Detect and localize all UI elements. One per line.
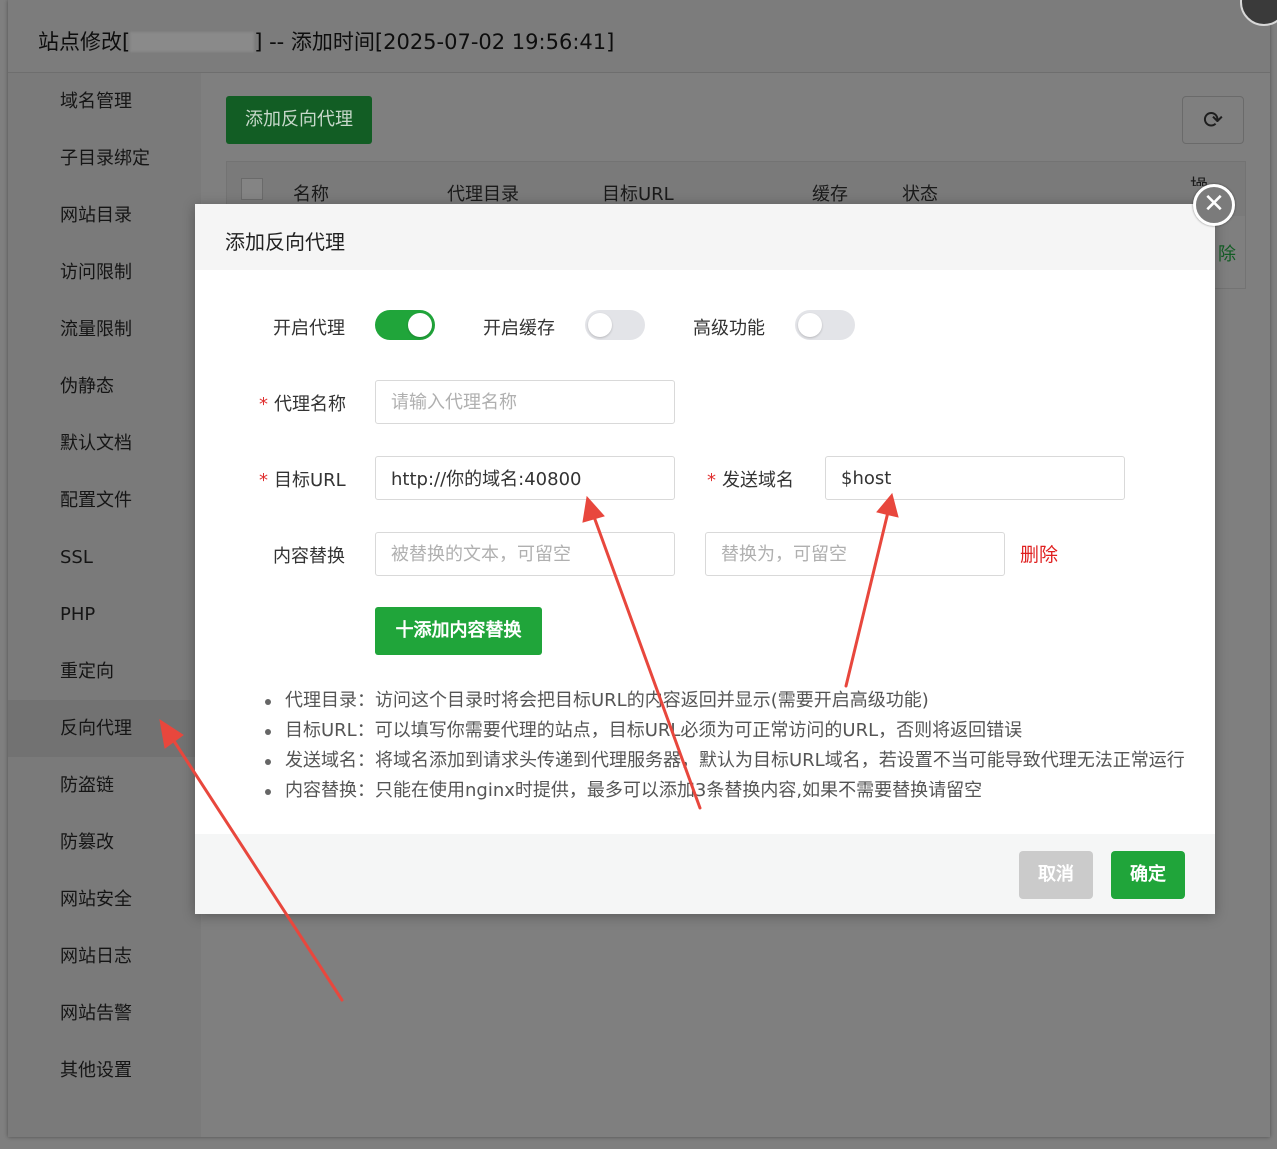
column-target-url: 目标URL [602, 184, 674, 205]
sidebar-item[interactable]: 子目录绑定 [8, 130, 201, 187]
refresh-button[interactable]: ⟳ [1182, 96, 1244, 144]
select-all-checkbox[interactable] [241, 178, 263, 200]
dialog-footer: 取消 确定 [195, 834, 1215, 914]
dialog-close-button[interactable]: ✕ [1193, 184, 1235, 226]
sidebar-item[interactable]: 网站目录 [8, 187, 201, 244]
sidebar-item[interactable]: 默认文档 [8, 415, 201, 472]
advanced-features-toggle[interactable] [795, 310, 855, 340]
content-replace-label: 内容替换 [273, 546, 345, 567]
enable-cache-toggle[interactable] [585, 310, 645, 340]
sidebar-item[interactable]: 网站日志 [8, 928, 201, 985]
sidebar-item[interactable]: 配置文件 [8, 472, 201, 529]
enable-proxy-toggle[interactable] [375, 310, 435, 340]
refresh-icon: ⟳ [1202, 106, 1224, 134]
proxy-name-label: * 代理名称 [259, 394, 346, 415]
delete-replace-link[interactable]: 删除 [1020, 540, 1058, 567]
tip-item: 代理目录：访问这个目录时将会把目标URL的内容返回并显示(需要开启高级功能) [263, 686, 1185, 716]
sidebar-item[interactable]: 网站安全 [8, 871, 201, 928]
close-icon: ✕ [1203, 189, 1225, 219]
add-reverse-proxy-button[interactable]: 添加反向代理 [226, 96, 372, 144]
sidebar-item[interactable]: 网站告警 [8, 985, 201, 1042]
toggle-knob [588, 313, 612, 337]
tip-item: 发送域名：将域名添加到请求头传递到代理服务器，默认为目标URL域名，若设置不当可… [263, 746, 1185, 776]
replace-to-input[interactable] [705, 532, 1005, 576]
column-name: 名称 [293, 184, 329, 205]
column-status: 状态 [902, 184, 938, 205]
sidebar-item[interactable]: 访问限制 [8, 244, 201, 301]
replace-from-input[interactable] [375, 532, 675, 576]
help-tips: 代理目录：访问这个目录时将会把目标URL的内容返回并显示(需要开启高级功能) 目… [263, 686, 1185, 806]
proxy-name-input[interactable] [375, 380, 675, 424]
column-cache: 缓存 [812, 184, 848, 205]
column-proxy-dir: 代理目录 [447, 184, 519, 205]
cancel-button[interactable]: 取消 [1019, 851, 1093, 899]
sidebar-item[interactable]: 流量限制 [8, 301, 201, 358]
add-proxy-dialog: 添加反向代理 ✕ 开启代理 开启缓存 高级功能 *代理名称 *目标URL *发送… [195, 184, 1235, 914]
sidebar-item[interactable]: 防篡改 [8, 814, 201, 871]
sidebar-item[interactable]: 域名管理 [8, 73, 201, 130]
toggle-knob [798, 313, 822, 337]
window-title: 站点修改[] -- 添加时间[2025-07-02 19:56:41] [38, 30, 615, 54]
sidebar-item[interactable]: 其他设置 [8, 1042, 201, 1099]
tip-item: 目标URL：可以填写你需要代理的站点，目标URL必须为可正常访问的URL，否则将… [263, 716, 1185, 746]
confirm-button[interactable]: 确定 [1111, 851, 1185, 899]
dialog-title: 添加反向代理 [225, 230, 345, 254]
send-domain-label: * 发送域名 [707, 470, 794, 491]
sidebar-item[interactable]: SSL [8, 529, 201, 586]
sidebar-item[interactable]: 防盗链 [8, 757, 201, 814]
target-url-input[interactable] [375, 456, 675, 500]
redacted-site-name [130, 32, 255, 52]
window-header: 站点修改[] -- 添加时间[2025-07-02 19:56:41] [8, 0, 1270, 73]
sidebar-item[interactable]: 重定向 [8, 643, 201, 700]
toggle-label-advanced: 高级功能 [693, 318, 765, 339]
toggle-label-cache: 开启缓存 [483, 318, 555, 339]
toggle-knob [408, 313, 432, 337]
target-url-label: * 目标URL [259, 470, 346, 491]
row-delete-link[interactable]: 除 [1218, 240, 1236, 266]
send-domain-input[interactable] [825, 456, 1125, 500]
sidebar-item[interactable]: 反向代理 [8, 700, 201, 757]
dialog-header: 添加反向代理 [195, 204, 1215, 270]
add-content-replace-button[interactable]: 十添加内容替换 [375, 607, 542, 655]
sidebar: 域名管理 子目录绑定 网站目录 访问限制 流量限制 伪静态 默认文档 配置文件 SSL PHP 重定… [8, 73, 201, 1137]
tip-item: 内容替换：只能在使用nginx时提供，最多可以添加3条替换内容,如果不需要替换请… [263, 776, 1185, 806]
sidebar-item[interactable]: PHP [8, 586, 201, 643]
sidebar-item[interactable]: 伪静态 [8, 358, 201, 415]
toggle-label-proxy: 开启代理 [273, 318, 345, 339]
